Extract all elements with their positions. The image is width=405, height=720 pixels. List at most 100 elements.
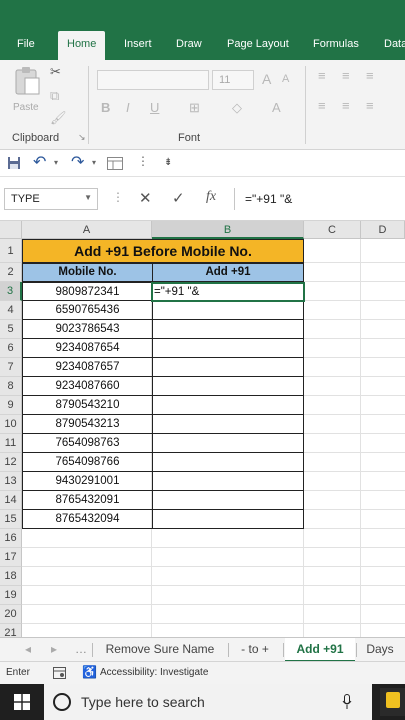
add-91-cell[interactable] (152, 491, 304, 510)
mobile-number-cell[interactable]: 9809872341 (22, 282, 153, 301)
add-91-cell[interactable] (152, 396, 304, 415)
font-color-button[interactable]: A (272, 100, 281, 115)
row-header-4[interactable]: 4 (0, 301, 22, 320)
row-header-16[interactable]: 16 (0, 529, 22, 548)
row-header-14[interactable]: 14 (0, 491, 22, 510)
borders-icon[interactable]: ⊞ (189, 100, 200, 116)
row-header-11[interactable]: 11 (0, 434, 22, 453)
sheet-tab-dash-to-plus[interactable]: - to + (232, 638, 278, 662)
row-header-15[interactable]: 15 (0, 510, 22, 529)
align-left-icon[interactable]: ≡ (318, 98, 326, 113)
row-header-3[interactable]: 3 (0, 282, 22, 301)
tab-file[interactable]: File (17, 38, 35, 50)
macro-recording-icon[interactable] (53, 667, 66, 679)
more-sheets-icon[interactable]: … (74, 638, 88, 662)
add-91-cell[interactable] (152, 358, 304, 377)
mobile-number-cell[interactable]: 9234087660 (22, 377, 153, 396)
windows-start-icon[interactable] (14, 694, 30, 710)
tab-draw[interactable]: Draw (176, 38, 202, 50)
align-bottom-icon[interactable]: ≡ (366, 68, 374, 83)
bold-button[interactable]: B (101, 100, 110, 115)
clipboard-launcher-icon[interactable]: ↘ (78, 132, 86, 143)
copy-icon[interactable]: ⧉ (50, 88, 59, 104)
add-91-cell[interactable] (152, 453, 304, 472)
row-header-12[interactable]: 12 (0, 453, 22, 472)
align-right-icon[interactable]: ≡ (366, 98, 374, 113)
taskbar-search-box[interactable]: Type here to search (44, 684, 372, 720)
row-header-19[interactable]: 19 (0, 586, 22, 605)
row-header-5[interactable]: 5 (0, 320, 22, 339)
row-header-2[interactable]: 2 (0, 263, 22, 282)
align-middle-icon[interactable]: ≡ (342, 68, 350, 83)
mobile-number-cell[interactable]: 9023786543 (22, 320, 153, 339)
tab-data[interactable]: Data (384, 38, 405, 50)
row-header-13[interactable]: 13 (0, 472, 22, 491)
tab-formulas[interactable]: Formulas (313, 38, 359, 50)
font-name-select[interactable] (97, 70, 209, 90)
select-all-corner[interactable] (0, 221, 22, 239)
align-top-icon[interactable]: ≡ (318, 68, 326, 83)
cut-icon[interactable]: ✂ (50, 64, 61, 80)
add-91-cell[interactable] (152, 415, 304, 434)
formula-input[interactable]: ="+91 "& (234, 188, 405, 210)
redo-icon[interactable]: ↷ (71, 152, 84, 172)
sheet-tab-remove-sure-name[interactable]: Remove Sure Name (98, 638, 222, 662)
title-cell[interactable]: Add +91 Before Mobile No. (22, 239, 304, 263)
sheet-tab-add-91[interactable]: Add +91 (285, 638, 355, 662)
row-header-18[interactable]: 18 (0, 567, 22, 586)
row-header-20[interactable]: 20 (0, 605, 22, 624)
mobile-number-cell[interactable]: 7654098766 (22, 453, 153, 472)
redo-dropdown-icon[interactable]: ▾ (92, 158, 96, 167)
column-header-d[interactable]: D (361, 221, 405, 239)
accessibility-status[interactable]: Accessibility: Investigate (100, 667, 208, 678)
header-mobile-no[interactable]: Mobile No. (22, 263, 153, 282)
customize-qat-icon[interactable]: ⇟ (164, 157, 172, 168)
format-painter-icon[interactable]: 🖌 (50, 110, 67, 126)
shrink-font-icon[interactable]: A (282, 73, 289, 85)
row-header-1[interactable]: 1 (0, 239, 22, 263)
tab-home[interactable]: Home (58, 31, 106, 60)
undo-dropdown-icon[interactable]: ▾ (54, 158, 58, 167)
column-header-b[interactable]: B (152, 221, 304, 239)
row-header-10[interactable]: 10 (0, 415, 22, 434)
sheet-tab-days[interactable]: Days (358, 638, 402, 662)
add-91-cell[interactable] (152, 510, 304, 529)
add-91-cell[interactable] (152, 339, 304, 358)
font-size-select[interactable]: 11 (212, 70, 254, 90)
accessibility-icon[interactable]: ♿ (82, 665, 97, 679)
row-header-8[interactable]: 8 (0, 377, 22, 396)
microphone-icon[interactable] (342, 694, 352, 710)
name-box-dropdown-icon[interactable]: ▼ (84, 193, 92, 202)
add-91-cell[interactable] (152, 301, 304, 320)
mobile-number-cell[interactable]: 8790543213 (22, 415, 153, 434)
cancel-entry-button[interactable]: ✕ (139, 189, 152, 207)
mobile-number-cell[interactable]: 8765432091 (22, 491, 153, 510)
prev-sheet-icon[interactable]: ◂ (20, 638, 36, 662)
header-add-91[interactable]: Add +91 (152, 263, 304, 282)
name-box[interactable]: TYPE ▼ (4, 188, 98, 210)
mobile-number-cell[interactable]: 9234087657 (22, 358, 153, 377)
paste-button[interactable]: Paste (10, 66, 44, 118)
row-header-7[interactable]: 7 (0, 358, 22, 377)
align-center-icon[interactable]: ≡ (342, 98, 350, 113)
row-header-9[interactable]: 9 (0, 396, 22, 415)
form-icon[interactable] (107, 157, 123, 170)
active-cell-b3[interactable]: ="+91 "& (151, 282, 305, 302)
row-header-17[interactable]: 17 (0, 548, 22, 567)
column-header-a[interactable]: A (22, 221, 152, 239)
add-91-cell[interactable] (152, 320, 304, 339)
mobile-number-cell[interactable]: 9234087654 (22, 339, 153, 358)
add-91-cell[interactable] (152, 434, 304, 453)
mobile-number-cell[interactable]: 7654098763 (22, 434, 153, 453)
row-header-6[interactable]: 6 (0, 339, 22, 358)
mobile-number-cell[interactable]: 6590765436 (22, 301, 153, 320)
add-91-cell[interactable] (152, 472, 304, 491)
next-sheet-icon[interactable]: ▸ (46, 638, 62, 662)
insert-function-button[interactable]: fx (206, 189, 216, 205)
mobile-number-cell[interactable]: 8765432094 (22, 510, 153, 529)
tab-insert[interactable]: Insert (124, 38, 152, 50)
column-header-c[interactable]: C (304, 221, 361, 239)
underline-button[interactable]: U (150, 100, 159, 115)
grow-font-icon[interactable]: A (262, 71, 271, 87)
confirm-entry-button[interactable]: ✓ (172, 189, 185, 207)
